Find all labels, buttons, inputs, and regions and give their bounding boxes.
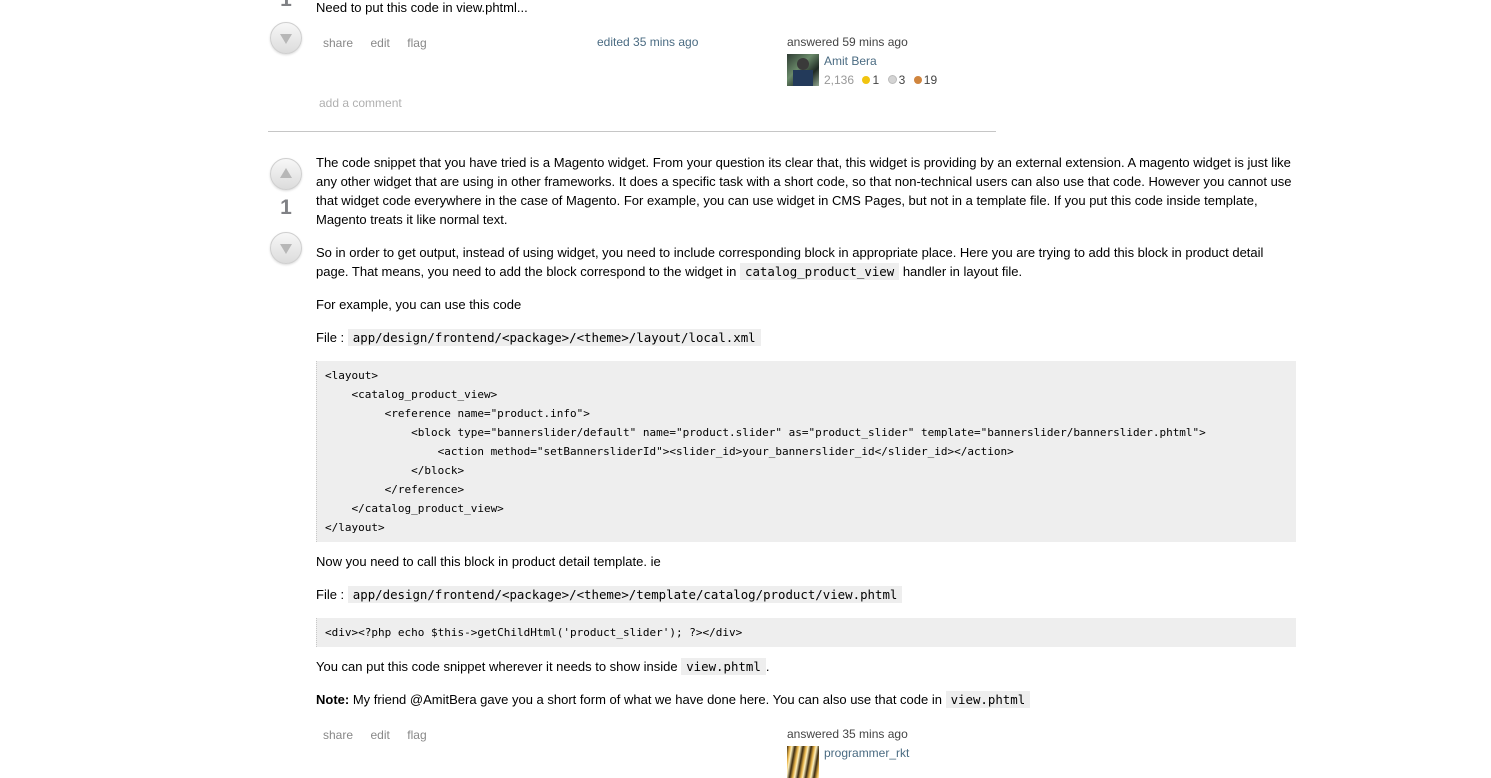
silver-badge-count: 3 xyxy=(898,72,906,87)
user-name-link[interactable]: Amit Bera xyxy=(824,54,937,68)
vote-count: 1 xyxy=(280,196,292,219)
flag-link[interactable]: flag xyxy=(407,728,426,742)
file-path-code: app/design/frontend/<package>/<theme>/te… xyxy=(347,586,903,603)
arrow-down-icon xyxy=(280,244,292,254)
user-name-link[interactable]: programmer_rkt xyxy=(824,746,909,760)
answer-divider xyxy=(268,131,996,132)
paragraph: The code snippet that you have tried is … xyxy=(316,155,1292,227)
gold-badge-count: 1 xyxy=(872,72,880,87)
answered-time: answered 59 mins ago xyxy=(787,35,908,49)
file-path-code: app/design/frontend/<package>/<theme>/la… xyxy=(347,329,761,346)
flag-link[interactable]: flag xyxy=(407,36,426,50)
user-info: programmer_rkt xyxy=(787,746,987,778)
avatar[interactable] xyxy=(787,54,819,86)
vote-down-button[interactable] xyxy=(270,232,302,264)
paragraph: Now you need to call this block in produ… xyxy=(316,554,661,569)
paragraph-text: handler in layout file. xyxy=(899,264,1023,279)
paragraph: So in order to get output, instead of us… xyxy=(316,243,1296,281)
code-block-view-phtml: <div><?php echo $this->getChildHtml('pro… xyxy=(316,618,1296,647)
user-stats: 2,136 1 3 19 xyxy=(824,71,937,89)
answer-text-fragment: Need to put this code in view.phtml... xyxy=(316,0,528,15)
add-comment-link[interactable]: add a comment xyxy=(319,96,402,110)
answered-time: answered 35 mins ago xyxy=(787,727,908,741)
paragraph-text: . xyxy=(765,659,770,674)
inline-code: catalog_product_view xyxy=(740,263,900,280)
share-link[interactable]: share xyxy=(323,36,353,50)
user-info: Amit Bera 2,136 1 3 19 xyxy=(787,54,987,89)
arrow-down-icon xyxy=(280,34,292,44)
edit-link[interactable]: edit xyxy=(370,36,389,50)
silver-badge-icon xyxy=(887,75,897,85)
inline-code: view.phtml xyxy=(945,691,1031,708)
answer-body: The code snippet that you have tried is … xyxy=(316,153,1296,229)
note-paragraph: Note: My friend @AmitBera gave you a sho… xyxy=(316,690,1031,709)
user-signature: answered 59 mins ago Amit Bera 2,136 1 3… xyxy=(787,35,987,89)
bronze-badge-count: 19 xyxy=(923,72,938,87)
file-path-line: File : app/design/frontend/<package>/<th… xyxy=(316,328,761,347)
post-menu: share edit flag xyxy=(323,726,427,744)
user-signature: answered 35 mins ago programmer_rkt xyxy=(787,727,987,778)
file-path-line: File : app/design/frontend/<package>/<th… xyxy=(316,585,903,604)
post-menu: share edit flag xyxy=(323,34,427,52)
gold-badge-icon xyxy=(862,75,871,84)
edited-link[interactable]: edited 35 mins ago xyxy=(597,35,698,49)
file-label: File : xyxy=(316,587,345,602)
avatar[interactable] xyxy=(787,746,819,778)
share-link[interactable]: share xyxy=(323,728,353,742)
bronze-badge-icon xyxy=(913,75,922,84)
edit-link[interactable]: edit xyxy=(370,728,389,742)
vote-down-button[interactable] xyxy=(270,22,302,54)
arrow-up-icon xyxy=(280,168,292,178)
reputation-score: 2,136 xyxy=(824,73,855,87)
paragraph: You can put this code snippet wherever i… xyxy=(316,657,769,676)
inline-code: view.phtml xyxy=(681,658,766,675)
paragraph: For example, you can use this code xyxy=(316,297,522,312)
vote-count: 1 xyxy=(266,0,306,12)
note-text: My friend @AmitBera gave you a short for… xyxy=(349,692,946,707)
code-block-layout-xml: <layout> <catalog_product_view> <referen… xyxy=(316,361,1296,542)
vote-up-button[interactable] xyxy=(270,158,302,190)
file-label: File : xyxy=(316,330,345,345)
paragraph-text: You can put this code snippet wherever i… xyxy=(316,659,682,674)
note-label: Note: xyxy=(316,692,350,707)
